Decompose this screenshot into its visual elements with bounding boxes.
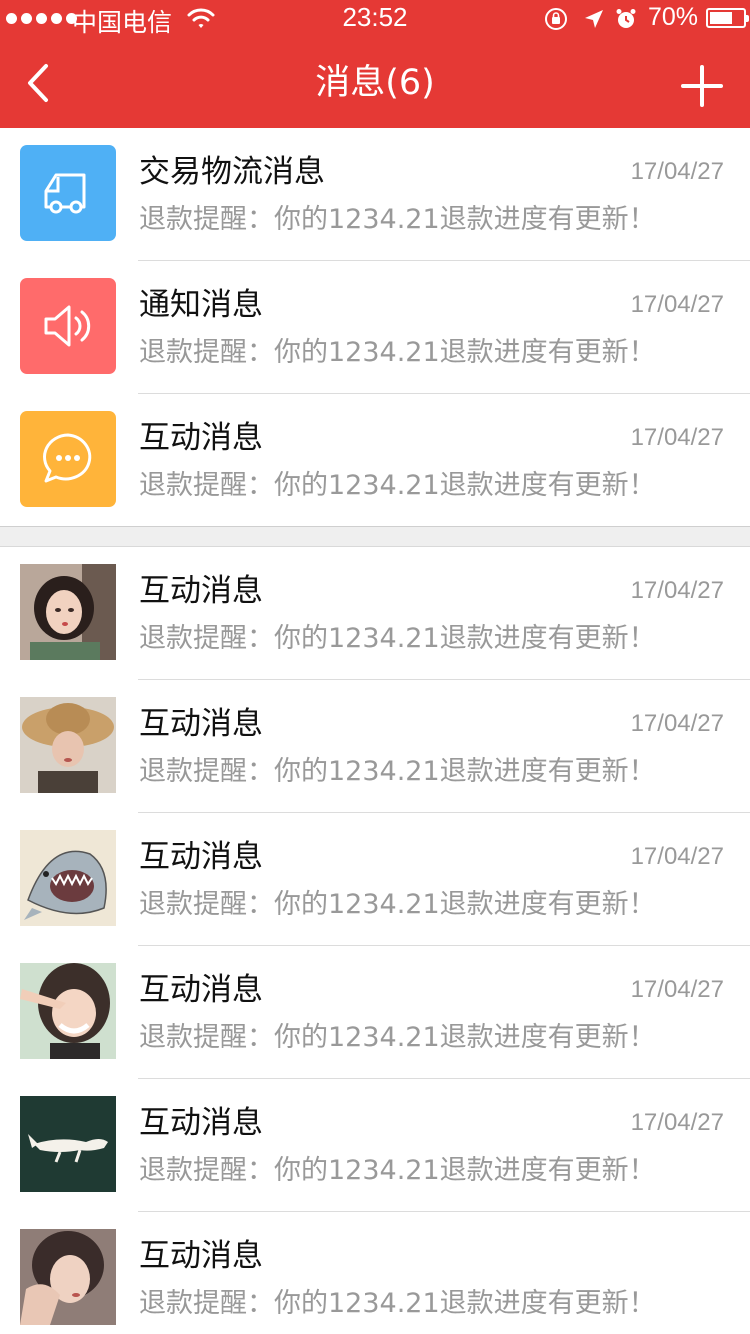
- message-title: 互动消息: [139, 1238, 263, 1274]
- message-title: 交易物流消息: [139, 154, 325, 190]
- truck-icon: [44, 173, 86, 214]
- avatar-white-cat: [20, 1096, 116, 1192]
- nav-bar: 消息(6): [0, 38, 750, 128]
- section-divider: [0, 526, 750, 547]
- page-title: 消息(6): [315, 63, 435, 103]
- user-message-list: 互动消息 17/04/27 退款提醒：你的1234.21退款进度有更新！ 互动消…: [0, 547, 750, 1334]
- message-date: 17/04/27: [630, 710, 724, 737]
- notice-icon-tile: [20, 278, 116, 374]
- list-item-user[interactable]: 互动消息 17/04/27 退款提醒：你的1234.21退款进度有更新！: [0, 946, 750, 1079]
- message-date: 17/04/27: [630, 1109, 724, 1136]
- message-date: 17/04/27: [630, 291, 724, 318]
- message-preview: 退款提醒：你的1234.21退款进度有更新！: [139, 1288, 656, 1319]
- list-item-user[interactable]: 互动消息 17/04/27 退款提醒：你的1234.21退款进度有更新！: [0, 547, 750, 680]
- message-preview: 退款提醒：你的1234.21退款进度有更新！: [139, 337, 656, 368]
- avatar-shark: [20, 830, 116, 926]
- avatar-girl-peace-sign: [20, 963, 116, 1059]
- plus-icon[interactable]: [680, 64, 724, 108]
- avatar-girl-hand-face: [20, 1229, 116, 1325]
- avatar-girl-dark-hair: [20, 564, 116, 660]
- avatar-girl-straw-hat: [20, 697, 116, 793]
- list-item-logistics[interactable]: 交易物流消息 17/04/27 退款提醒：你的1234.21退款进度有更新！: [0, 128, 750, 261]
- message-preview: 退款提醒：你的1234.21退款进度有更新！: [139, 470, 656, 501]
- list-item-user[interactable]: 互动消息 17/04/27 退款提醒：你的1234.21退款进度有更新！: [0, 1079, 750, 1212]
- list-item-notice[interactable]: 通知消息 17/04/27 退款提醒：你的1234.21退款进度有更新！: [0, 261, 750, 394]
- message-preview: 退款提醒：你的1234.21退款进度有更新！: [139, 756, 656, 787]
- message-title: 互动消息: [139, 839, 263, 875]
- message-title: 通知消息: [139, 287, 263, 323]
- message-preview: 退款提醒：你的1234.21退款进度有更新！: [139, 623, 656, 654]
- message-preview: 退款提醒：你的1234.21退款进度有更新！: [139, 1022, 656, 1053]
- message-date: 17/04/27: [630, 424, 724, 451]
- message-date: 17/04/27: [630, 158, 724, 185]
- message-date: 17/04/27: [630, 976, 724, 1003]
- message-preview: 退款提醒：你的1234.21退款进度有更新！: [139, 889, 656, 920]
- battery-percent: 70%: [648, 3, 699, 31]
- message-date: 17/04/27: [630, 577, 724, 604]
- chat-bubble-icon: [43, 433, 92, 483]
- message-preview: 退款提醒：你的1234.21退款进度有更新！: [139, 1155, 656, 1186]
- alarm-icon: [616, 9, 636, 28]
- list-item-user[interactable]: 互动消息 17/04/27 退款提醒：你的1234.21退款进度有更新！: [0, 680, 750, 813]
- message-title: 互动消息: [139, 1105, 263, 1141]
- message-title: 互动消息: [139, 573, 263, 609]
- logistics-icon-tile: [20, 145, 116, 241]
- system-message-list: 交易物流消息 17/04/27 退款提醒：你的1234.21退款进度有更新！ 通…: [0, 128, 750, 527]
- message-preview: 退款提醒：你的1234.21退款进度有更新！: [139, 204, 656, 235]
- list-item-interaction[interactable]: 互动消息 17/04/27 退款提醒：你的1234.21退款进度有更新！: [0, 394, 750, 527]
- battery-icon: [706, 8, 749, 28]
- interaction-icon-tile: [20, 411, 116, 507]
- message-title: 互动消息: [139, 706, 263, 742]
- location-arrow-icon: [585, 10, 603, 28]
- speaker-icon: [44, 305, 91, 347]
- rotation-lock-icon: [545, 8, 567, 30]
- list-item-user[interactable]: 互动消息 退款提醒：你的1234.21退款进度有更新！: [0, 1212, 750, 1334]
- header: 中国电信 23:52 70% 消息(6): [0, 0, 750, 128]
- message-title: 互动消息: [139, 972, 263, 1008]
- message-date: 17/04/27: [630, 843, 724, 870]
- list-item-user[interactable]: 互动消息 17/04/27 退款提醒：你的1234.21退款进度有更新！: [0, 813, 750, 946]
- status-bar: 中国电信 23:52 70%: [0, 0, 750, 38]
- message-title: 互动消息: [139, 420, 263, 456]
